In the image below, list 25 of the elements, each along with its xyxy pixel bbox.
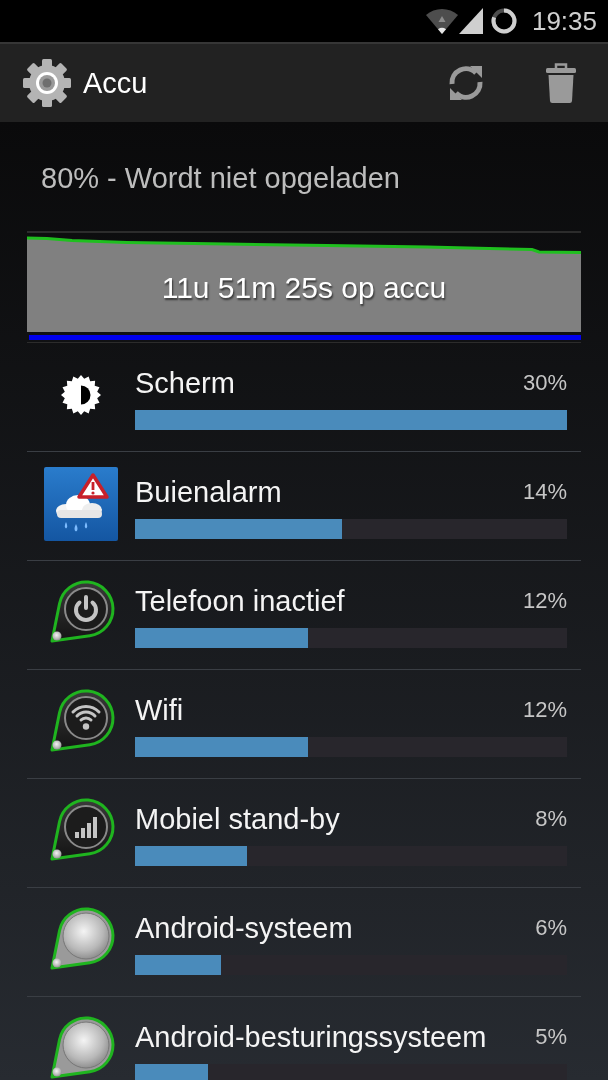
wifi-icon [425, 8, 458, 34]
usage-percent: 12% [522, 587, 567, 615]
signal-icon [458, 8, 483, 34]
app-name[interactable]: Wifi [135, 692, 184, 728]
trash-icon [546, 63, 576, 103]
battery-time-label: 11u 51m 25s op accu [161, 271, 447, 305]
app-name[interactable]: Scherm [135, 365, 235, 401]
app-name[interactable]: Buienalarm [135, 474, 282, 510]
usage-percent: 5% [535, 1023, 567, 1051]
cloud-rain-warning-icon [44, 467, 118, 541]
status-time: 19:35 [531, 8, 597, 34]
usage-percent: 6% [535, 914, 567, 942]
settings-icon [22, 58, 72, 108]
app-name[interactable]: Android-systeem [135, 910, 353, 946]
app-name[interactable]: Mobiel stand-by [135, 801, 340, 837]
usage-percent: 8% [535, 805, 567, 833]
screen-title: Accu [83, 68, 148, 98]
battery-status-text: 80% - Wordt niet opgeladen [41, 161, 400, 195]
battery-icon [490, 8, 517, 34]
usage-percent: 30% [522, 369, 567, 397]
brightness-icon [61, 375, 101, 415]
usage-percent: 14% [522, 478, 567, 506]
usage-percent: 12% [522, 696, 567, 724]
app-name[interactable]: Telefoon inactief [135, 583, 345, 619]
app-name[interactable]: Android-besturingssysteem [135, 1019, 487, 1055]
